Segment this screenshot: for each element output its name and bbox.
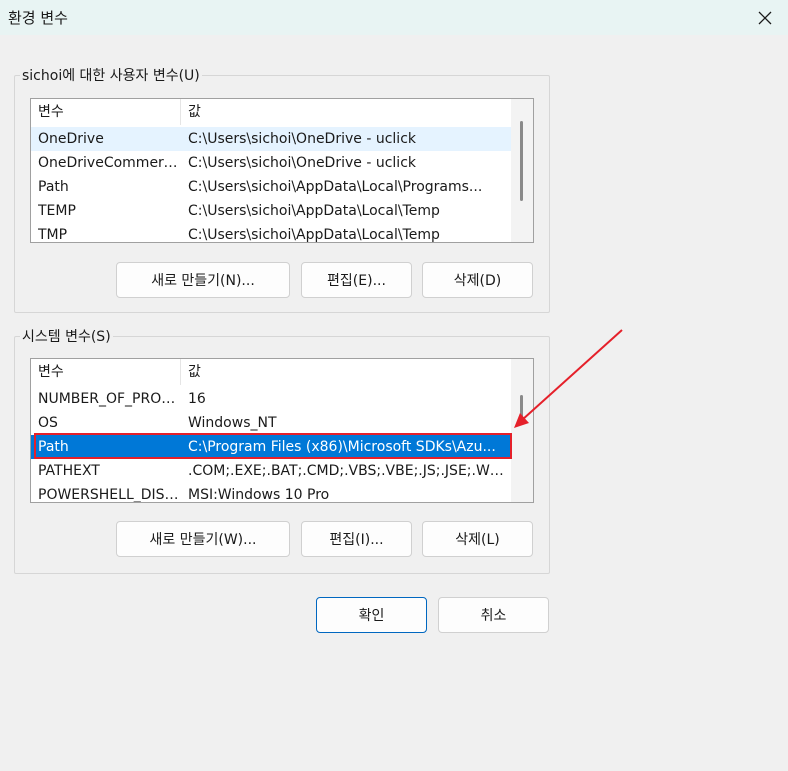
variable-value: C:\Users\sichoi\OneDrive - uclick <box>188 155 416 171</box>
user-delete-button[interactable]: 삭제(D) <box>422 262 533 298</box>
system-list-scrollbar[interactable] <box>511 359 533 502</box>
variable-name: NUMBER_OF_PROC... <box>38 391 181 407</box>
table-row[interactable]: PATHEXT .COM;.EXE;.BAT;.CMD;.VBS;.VBE;.JS… <box>31 459 513 483</box>
system-delete-button[interactable]: 삭제(L) <box>422 521 533 557</box>
user-new-button[interactable]: 새로 만들기(N)... <box>116 262 290 298</box>
variable-value: .COM;.EXE;.BAT;.CMD;.VBS;.VBE;.JS;.JSE;.… <box>188 463 508 479</box>
column-header-variable[interactable]: 변수 <box>31 99 181 125</box>
column-header-value[interactable]: 값 <box>181 359 513 385</box>
user-list-scrollbar[interactable] <box>511 99 533 242</box>
user-variables-list[interactable]: 변수 값 OneDrive C:\Users\sichoi\OneDrive - … <box>30 98 534 243</box>
variable-value: C:\Program Files (x86)\Microsoft SDKs\Az… <box>188 439 496 455</box>
list-header: 변수 값 <box>31 99 513 125</box>
user-edit-button[interactable]: 편집(E)... <box>301 262 412 298</box>
variable-value: C:\Users\sichoi\AppData\Local\Programs..… <box>188 179 483 195</box>
variable-value: C:\Users\sichoi\AppData\Local\Temp <box>188 203 440 219</box>
table-row[interactable]: NUMBER_OF_PROC... 16 <box>31 387 513 411</box>
list-header: 변수 값 <box>31 359 513 385</box>
variable-value: 16 <box>188 391 206 407</box>
column-header-variable[interactable]: 변수 <box>31 359 181 385</box>
variable-name: Path <box>38 179 69 195</box>
scroll-thumb[interactable] <box>520 121 523 201</box>
table-row[interactable]: TMP C:\Users\sichoi\AppData\Local\Temp <box>31 223 513 243</box>
user-variables-legend: sichoi에 대한 사용자 변수(U) <box>20 65 202 85</box>
variable-value: C:\Users\sichoi\AppData\Local\Temp <box>188 227 440 243</box>
scroll-thumb[interactable] <box>520 395 523 421</box>
close-button[interactable] <box>742 0 788 35</box>
variable-value: C:\Users\sichoi\OneDrive - uclick <box>188 131 416 147</box>
variable-name: POWERSHELL_DIST... <box>38 487 181 503</box>
table-row[interactable]: OneDriveCommerci... C:\Users\sichoi\OneDr… <box>31 151 513 175</box>
system-new-button[interactable]: 새로 만들기(W)... <box>116 521 290 557</box>
system-variables-list[interactable]: 변수 값 NUMBER_OF_PROC... 16 OS Windows_NT Path… <box>30 358 534 503</box>
variable-name: PATHEXT <box>38 463 100 479</box>
variable-name: Path <box>38 439 69 455</box>
environment-variables-dialog: 환경 변수 sichoi에 대한 사용자 변수(U) 변수 값 OneDrive… <box>0 0 788 771</box>
table-row[interactable]: Path C:\Program Files (x86)\Microsoft SDK… <box>31 435 513 459</box>
variable-value: MSI:Windows 10 Pro <box>188 487 330 503</box>
table-row[interactable]: POWERSHELL_DIST... MSI:Windows 10 Pro <box>31 483 513 503</box>
variable-name: OS <box>38 415 58 431</box>
table-row[interactable]: OS Windows_NT <box>31 411 513 435</box>
variable-name: OneDriveCommerci... <box>38 155 181 171</box>
table-row[interactable]: TEMP C:\Users\sichoi\AppData\Local\Temp <box>31 199 513 223</box>
variable-name: OneDrive <box>38 131 104 147</box>
table-row[interactable]: OneDrive C:\Users\sichoi\OneDrive - uclic… <box>31 127 513 151</box>
variable-name: TEMP <box>38 203 76 219</box>
column-header-value[interactable]: 값 <box>181 99 513 125</box>
variable-name: TMP <box>38 227 68 243</box>
system-variables-legend: 시스템 변수(S) <box>20 326 113 346</box>
ok-button[interactable]: 확인 <box>316 597 427 633</box>
close-icon <box>758 11 772 24</box>
cancel-button[interactable]: 취소 <box>438 597 549 633</box>
system-edit-button[interactable]: 편집(I)... <box>301 521 412 557</box>
title-bar: 환경 변수 <box>0 0 788 35</box>
window-title: 환경 변수 <box>8 9 68 27</box>
variable-value: Windows_NT <box>188 415 277 431</box>
table-row[interactable]: Path C:\Users\sichoi\AppData\Local\Progra… <box>31 175 513 199</box>
